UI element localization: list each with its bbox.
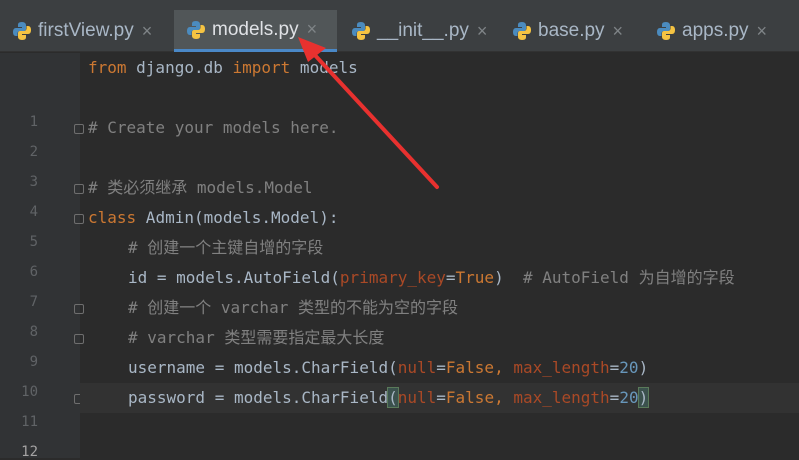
annotation-arrow-icon — [298, 37, 439, 189]
